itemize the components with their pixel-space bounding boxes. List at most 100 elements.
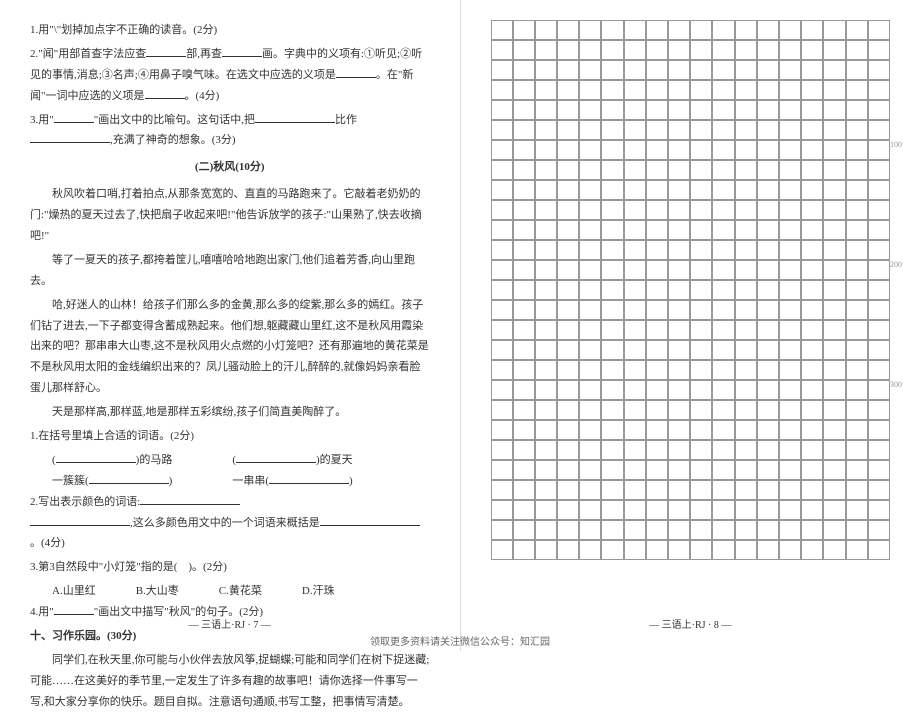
- option-c[interactable]: C.黄花菜: [219, 581, 262, 602]
- grid-cell[interactable]: [779, 520, 801, 540]
- grid-cell[interactable]: [735, 340, 757, 360]
- grid-cell[interactable]: [868, 480, 890, 500]
- grid-cell[interactable]: [646, 480, 668, 500]
- grid-cell[interactable]: [779, 80, 801, 100]
- grid-cell[interactable]: [601, 400, 623, 420]
- grid-cell[interactable]: [757, 180, 779, 200]
- grid-cell[interactable]: [712, 300, 734, 320]
- grid-cell[interactable]: [579, 300, 601, 320]
- blank-field[interactable]: [255, 111, 335, 123]
- grid-cell[interactable]: [801, 420, 823, 440]
- grid-cell[interactable]: [557, 320, 579, 340]
- grid-cell[interactable]: [735, 200, 757, 220]
- grid-cell[interactable]: [601, 120, 623, 140]
- grid-cell[interactable]: [712, 80, 734, 100]
- grid-cell[interactable]: [735, 280, 757, 300]
- grid-cell[interactable]: [823, 220, 845, 240]
- grid-cell[interactable]: [712, 540, 734, 560]
- grid-cell[interactable]: [601, 220, 623, 240]
- grid-cell[interactable]: [779, 140, 801, 160]
- grid-cell[interactable]: [491, 280, 513, 300]
- grid-cell[interactable]: [535, 340, 557, 360]
- grid-cell[interactable]: [535, 240, 557, 260]
- grid-cell[interactable]: [868, 280, 890, 300]
- grid-cell[interactable]: [735, 240, 757, 260]
- grid-cell[interactable]: [624, 520, 646, 540]
- grid-cell[interactable]: [601, 140, 623, 160]
- grid-cell[interactable]: [868, 100, 890, 120]
- grid-cell[interactable]: [868, 60, 890, 80]
- grid-cell[interactable]: [668, 120, 690, 140]
- grid-cell[interactable]: [757, 140, 779, 160]
- grid-cell[interactable]: [823, 540, 845, 560]
- grid-cell[interactable]: [801, 400, 823, 420]
- grid-cell[interactable]: [690, 440, 712, 460]
- grid-cell[interactable]: [823, 500, 845, 520]
- grid-cell[interactable]: [557, 460, 579, 480]
- grid-cell[interactable]: [646, 420, 668, 440]
- grid-cell[interactable]: [491, 420, 513, 440]
- grid-cell[interactable]: [868, 20, 890, 40]
- grid-cell[interactable]: [801, 520, 823, 540]
- grid-cell[interactable]: [823, 140, 845, 160]
- grid-cell[interactable]: [513, 40, 535, 60]
- grid-cell[interactable]: [668, 60, 690, 80]
- grid-cell[interactable]: [757, 360, 779, 380]
- grid-cell[interactable]: [557, 380, 579, 400]
- grid-cell[interactable]: [801, 280, 823, 300]
- grid-cell[interactable]: [491, 400, 513, 420]
- grid-cell[interactable]: [513, 460, 535, 480]
- grid-cell[interactable]: [712, 180, 734, 200]
- grid-cell[interactable]: [801, 240, 823, 260]
- grid-cell[interactable]: [557, 360, 579, 380]
- grid-cell[interactable]: [846, 380, 868, 400]
- grid-cell[interactable]: [624, 280, 646, 300]
- grid-cell[interactable]: [579, 460, 601, 480]
- grid-cell[interactable]: [513, 420, 535, 440]
- grid-cell[interactable]: [690, 60, 712, 80]
- grid-cell[interactable]: [757, 500, 779, 520]
- grid-cell[interactable]: [846, 400, 868, 420]
- grid-cell[interactable]: [624, 140, 646, 160]
- option-b[interactable]: B.大山枣: [136, 581, 179, 602]
- grid-cell[interactable]: [579, 260, 601, 280]
- grid-cell[interactable]: [712, 320, 734, 340]
- grid-cell[interactable]: [646, 540, 668, 560]
- grid-cell[interactable]: [601, 440, 623, 460]
- blank-field[interactable]: [269, 472, 349, 484]
- grid-cell[interactable]: [868, 400, 890, 420]
- grid-cell[interactable]: [513, 80, 535, 100]
- grid-cell[interactable]: [646, 400, 668, 420]
- grid-cell[interactable]: [712, 480, 734, 500]
- grid-cell[interactable]: [779, 240, 801, 260]
- grid-cell[interactable]: [690, 280, 712, 300]
- grid-cell[interactable]: [646, 180, 668, 200]
- grid-cell[interactable]: [846, 260, 868, 280]
- grid-cell[interactable]: [690, 260, 712, 280]
- grid-cell[interactable]: [757, 540, 779, 560]
- grid-cell[interactable]: [690, 100, 712, 120]
- grid-cell[interactable]: [624, 40, 646, 60]
- grid-cell[interactable]: [846, 360, 868, 380]
- grid-cell[interactable]: [601, 160, 623, 180]
- grid-cell[interactable]: [757, 460, 779, 480]
- grid-cell[interactable]: [668, 260, 690, 280]
- grid-cell[interactable]: [779, 100, 801, 120]
- grid-cell[interactable]: [491, 160, 513, 180]
- grid-cell[interactable]: [712, 160, 734, 180]
- grid-cell[interactable]: [868, 160, 890, 180]
- grid-cell[interactable]: [757, 220, 779, 240]
- grid-cell[interactable]: [868, 500, 890, 520]
- grid-cell[interactable]: [779, 280, 801, 300]
- grid-cell[interactable]: [646, 320, 668, 340]
- grid-cell[interactable]: [801, 40, 823, 60]
- grid-cell[interactable]: [779, 40, 801, 60]
- grid-cell[interactable]: [846, 200, 868, 220]
- grid-cell[interactable]: [579, 240, 601, 260]
- grid-cell[interactable]: [668, 20, 690, 40]
- grid-cell[interactable]: [823, 100, 845, 120]
- grid-cell[interactable]: [601, 260, 623, 280]
- grid-cell[interactable]: [846, 440, 868, 460]
- grid-cell[interactable]: [557, 280, 579, 300]
- grid-cell[interactable]: [712, 380, 734, 400]
